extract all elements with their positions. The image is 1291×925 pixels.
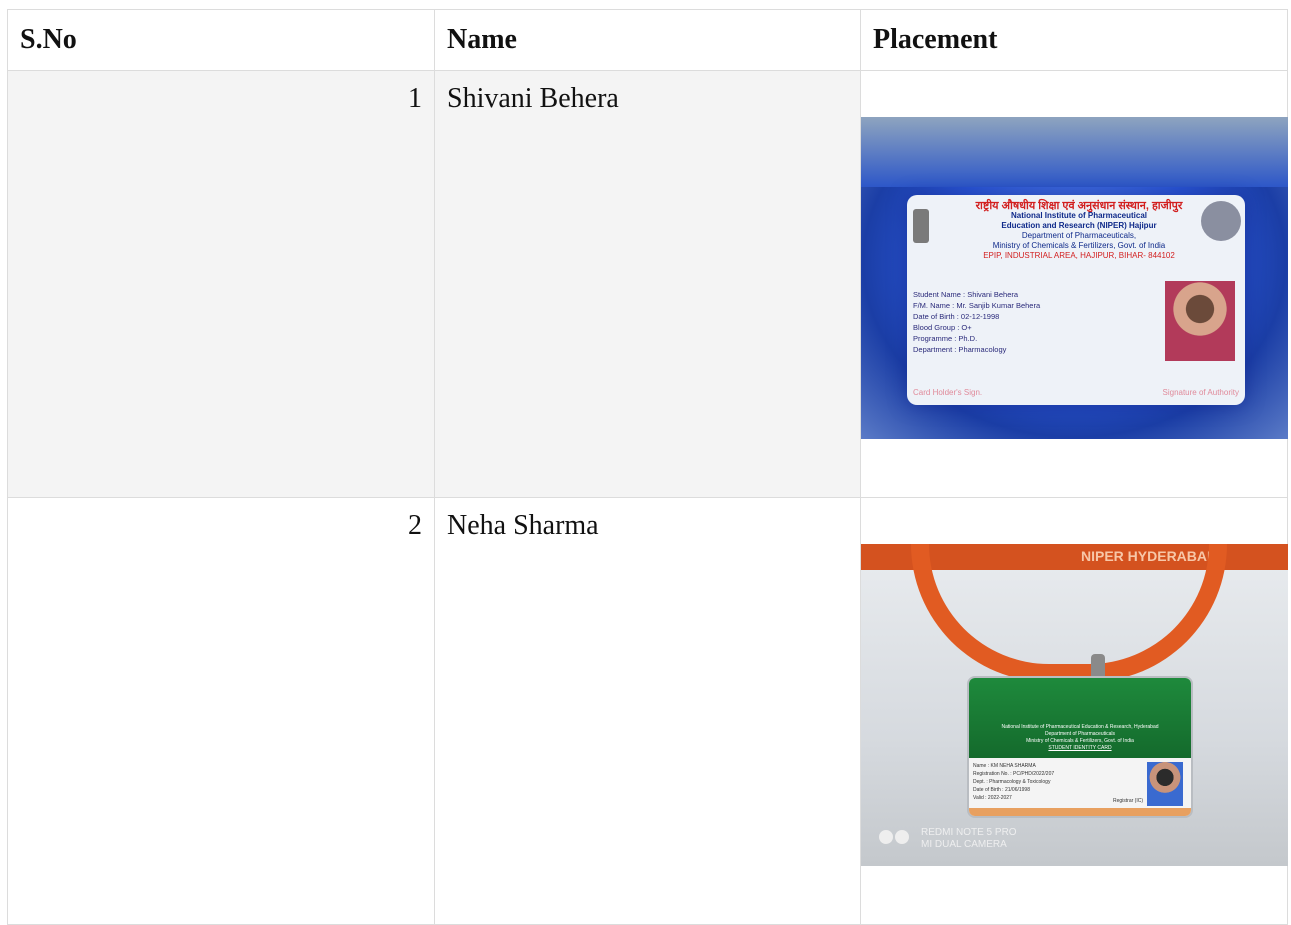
card-ministry: Ministry of Chemicals & Fertilizers, Gov… <box>1026 738 1134 744</box>
header-row: S.No Name Placement <box>7 9 1288 71</box>
camera-watermark-2: MI DUAL CAMERA <box>921 839 1007 850</box>
id-card-photo: राष्ट्रीय औषधीय शिक्षा एवं अनुसंधान संस्… <box>861 117 1288 439</box>
card-institute: National Institute of Pharmaceutical <box>1010 211 1148 220</box>
camera-watermark: REDMI NOTE 5 PRO <box>921 827 1017 838</box>
card-title-hindi: राष्ट्रीय औषधीय शिक्षा एवं अनुसंधान संस्… <box>975 200 1183 212</box>
header-name: Name <box>434 9 861 71</box>
holder-sign: Card Holder's Sign. <box>913 388 983 397</box>
emblem-icon <box>913 209 929 243</box>
card-institute: National Institute of Pharmaceutical Edu… <box>1001 724 1159 730</box>
row-sno: 1 <box>7 70 435 498</box>
table-row: 1 Shivani Behera राष्ट्रीय औषधीय शिक्षा … <box>7 70 1288 498</box>
row-sno: 2 <box>7 497 435 925</box>
id-card: राष्ट्रीय औषधीय शिक्षा एवं अनुसंधान संस्… <box>907 195 1245 405</box>
row-name: Shivani Behera <box>434 70 861 498</box>
registrar-label: Registrar (IC) <box>1112 798 1143 804</box>
card-fields: Name : KM NEHA SHARMA Registration No. :… <box>973 763 1055 801</box>
card-ministry: Ministry of Chemicals & Fertilizers, Gov… <box>992 241 1166 250</box>
student-photo <box>1165 281 1235 361</box>
header-placement: Placement <box>860 9 1288 71</box>
authority-sign: Signature of Authority <box>1162 388 1240 397</box>
student-photo <box>1147 762 1183 806</box>
placement-table: S.No Name Placement 1 Shivani Behera राष… <box>7 9 1288 925</box>
lanyard <box>911 544 1227 682</box>
card-address: EPIP, INDUSTRIAL AREA, HAJIPUR, BIHAR- 8… <box>983 251 1175 260</box>
id-card-photo: NIPER HYDERABAD National Institute of Ph… <box>861 544 1288 866</box>
row-name: Neha Sharma <box>434 497 861 925</box>
card-dept: Department of Pharmaceuticals <box>1044 731 1116 737</box>
camera-icon <box>879 830 911 846</box>
card-institute-2: Education and Research (NIPER) Hajipur <box>1001 221 1157 230</box>
row-placement: NIPER HYDERABAD National Institute of Ph… <box>860 497 1288 925</box>
card-dept: Department of Pharmaceuticals, <box>1021 231 1137 240</box>
row-placement: राष्ट्रीय औषधीय शिक्षा एवं अनुसंधान संस्… <box>860 70 1288 498</box>
header-sno: S.No <box>7 9 435 71</box>
table-row: 2 Neha Sharma NIPER HYDERABAD National I… <box>7 497 1288 925</box>
id-card: National Institute of Pharmaceutical Edu… <box>967 676 1193 818</box>
card-fields: Student Name : Shivani Behera F/M. Name … <box>913 290 1041 354</box>
card-title: STUDENT IDENTITY CARD <box>1048 745 1112 751</box>
